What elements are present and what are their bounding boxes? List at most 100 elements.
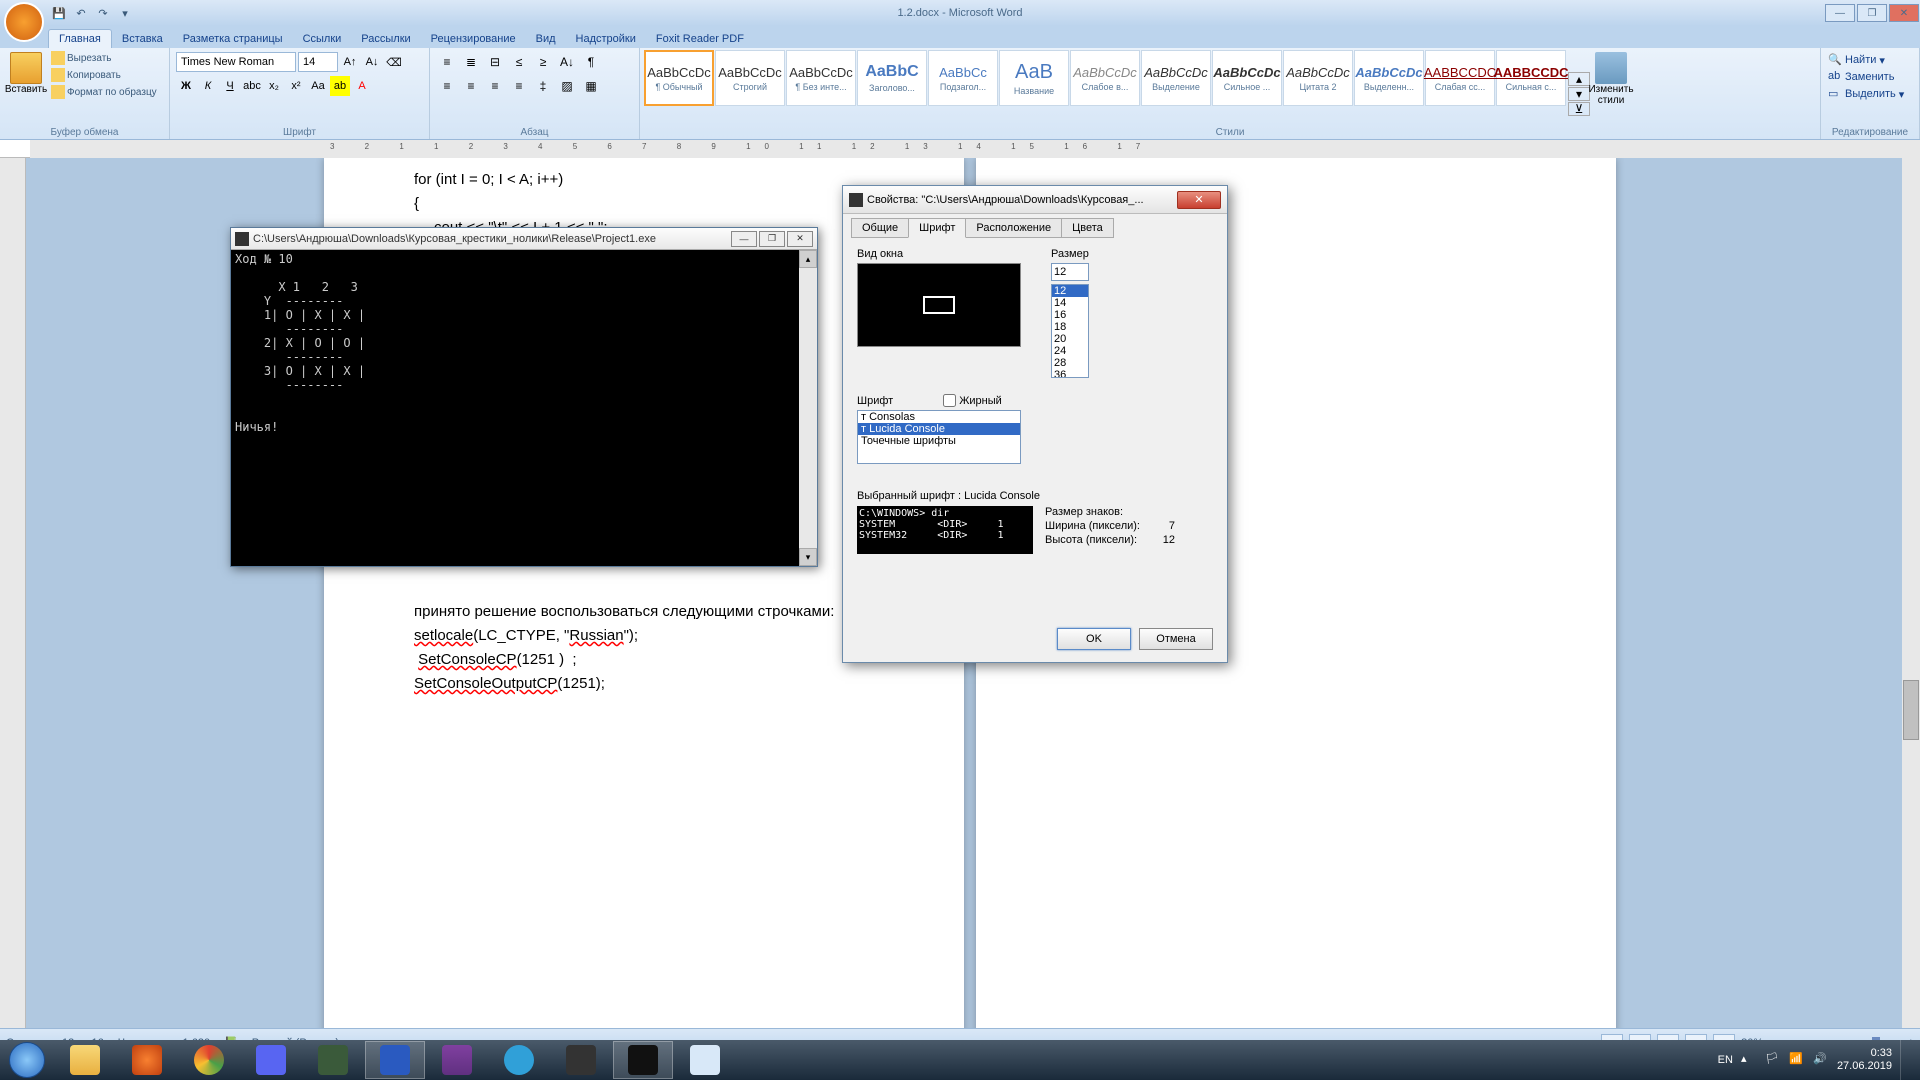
style-subtitle[interactable]: AaBbCcПодзагол...	[928, 50, 998, 106]
scrollbar-thumb[interactable]	[1903, 680, 1919, 740]
cancel-button[interactable]: Отмена	[1139, 628, 1213, 650]
tray-up-icon[interactable]: ▴	[1741, 1052, 1757, 1068]
console-scrollbar[interactable]: ▴ ▾	[799, 250, 817, 566]
grow-font-button[interactable]: A↑	[340, 52, 360, 72]
style-quote[interactable]: AaBbCcDcЦитата 2	[1283, 50, 1353, 106]
style-nospacing[interactable]: AaBbCcDc¶ Без инте...	[786, 50, 856, 106]
scroll-down-button[interactable]: ▾	[799, 548, 817, 566]
increase-indent-button[interactable]: ≥	[532, 52, 554, 72]
size-option-20[interactable]: 20	[1052, 333, 1088, 345]
style-strong[interactable]: AaBbCcDcСтрогий	[715, 50, 785, 106]
show-desktop-button[interactable]	[1900, 1040, 1912, 1080]
subscript-button[interactable]: x₂	[264, 76, 284, 96]
vertical-ruler[interactable]	[0, 158, 26, 1028]
undo-button[interactable]: ↶	[72, 4, 90, 22]
redo-button[interactable]: ↷	[94, 4, 112, 22]
style-normal[interactable]: AaBbCcDc¶ Обычный	[644, 50, 714, 106]
borders-button[interactable]: ▦	[580, 76, 602, 96]
replace-button[interactable]: abЗаменить	[1827, 69, 1913, 85]
align-left-button[interactable]: ≡	[436, 76, 458, 96]
style-title[interactable]: АаВНазвание	[999, 50, 1069, 106]
maximize-button[interactable]: ❐	[1857, 4, 1887, 22]
taskbar-notepad[interactable]	[675, 1041, 735, 1079]
style-weak-ref[interactable]: AABBCCDCСлабая сс...	[1425, 50, 1495, 106]
taskbar-console[interactable]	[613, 1041, 673, 1079]
format-painter-button[interactable]: Формат по образцу	[50, 84, 158, 100]
align-center-button[interactable]: ≡	[460, 76, 482, 96]
start-button[interactable]	[0, 1040, 54, 1080]
find-button[interactable]: 🔍Найти ▾	[1827, 52, 1913, 68]
align-right-button[interactable]: ≡	[484, 76, 506, 96]
save-button[interactable]: 💾	[50, 4, 68, 22]
tab-font[interactable]: Шрифт	[908, 218, 966, 238]
style-strong-emphasis[interactable]: AaBbCcDcСильное ...	[1212, 50, 1282, 106]
tab-view[interactable]: Вид	[526, 30, 566, 48]
clear-format-button[interactable]: ⌫	[384, 52, 404, 72]
paste-button[interactable]: Вставить	[4, 50, 48, 137]
style-intense-quote[interactable]: AaBbCcDcВыделенн...	[1354, 50, 1424, 106]
properties-titlebar[interactable]: Свойства: "C:\Users\Андрюша\Downloads\Ку…	[843, 186, 1227, 214]
network-icon[interactable]: 📶	[1789, 1052, 1805, 1068]
taskbar-winrar[interactable]	[427, 1041, 487, 1079]
sort-button[interactable]: A↓	[556, 52, 578, 72]
ok-button[interactable]: OK	[1057, 628, 1131, 650]
tab-foxit[interactable]: Foxit Reader PDF	[646, 30, 754, 48]
select-button[interactable]: ▭Выделить ▾	[1827, 86, 1913, 102]
properties-close-button[interactable]: ✕	[1177, 191, 1221, 209]
console-minimize-button[interactable]: —	[731, 231, 757, 247]
style-weak-emphasis[interactable]: AaBbCcDcСлабое в...	[1070, 50, 1140, 106]
language-indicator[interactable]: EN	[1718, 1054, 1733, 1066]
taskbar-app1[interactable]	[303, 1041, 363, 1079]
tab-layout[interactable]: Расположение	[965, 218, 1062, 238]
size-list[interactable]: 12 14 16 18 20 24 28 36	[1051, 284, 1089, 378]
tab-general[interactable]: Общие	[851, 218, 909, 238]
tab-colors[interactable]: Цвета	[1061, 218, 1114, 238]
taskbar-app2[interactable]	[551, 1041, 611, 1079]
taskbar-word[interactable]	[365, 1041, 425, 1079]
shading-button[interactable]: ▨	[556, 76, 578, 96]
style-emphasis[interactable]: AaBbCcDcВыделение	[1141, 50, 1211, 106]
tab-home[interactable]: Главная	[48, 29, 112, 48]
clock[interactable]: 0:33 27.06.2019	[1837, 1047, 1892, 1073]
taskbar-chrome[interactable]	[179, 1041, 239, 1079]
font-option-raster[interactable]: Точечные шрифты	[858, 435, 1020, 447]
style-heading[interactable]: AaBbCЗаголово...	[857, 50, 927, 106]
tab-references[interactable]: Ссылки	[293, 30, 352, 48]
strike-button[interactable]: abc	[242, 76, 262, 96]
size-option-14[interactable]: 14	[1052, 297, 1088, 309]
size-input[interactable]	[1051, 263, 1089, 281]
taskbar-firefox[interactable]	[117, 1041, 177, 1079]
font-option-lucida[interactable]: ᴛ Lucida Console	[858, 423, 1020, 435]
flag-icon[interactable]: 🏳	[1765, 1052, 1781, 1068]
qat-more[interactable]: ▾	[116, 4, 134, 22]
font-list[interactable]: ᴛ Consolas ᴛ Lucida Console Точечные шри…	[857, 410, 1021, 464]
tab-layout[interactable]: Разметка страницы	[173, 30, 293, 48]
font-option-consolas[interactable]: ᴛ Consolas	[858, 411, 1020, 423]
taskbar-explorer[interactable]	[55, 1041, 115, 1079]
superscript-button[interactable]: x²	[286, 76, 306, 96]
cut-button[interactable]: Вырезать	[50, 50, 158, 66]
tab-addins[interactable]: Надстройки	[566, 30, 646, 48]
show-marks-button[interactable]: ¶	[580, 52, 602, 72]
line-spacing-button[interactable]: ‡	[532, 76, 554, 96]
font-name-select[interactable]	[176, 52, 296, 72]
close-button[interactable]: ✕	[1889, 4, 1919, 22]
tab-review[interactable]: Рецензирование	[421, 30, 526, 48]
size-option-18[interactable]: 18	[1052, 321, 1088, 333]
style-strong-ref[interactable]: AABBCCDCСильная с...	[1496, 50, 1566, 106]
taskbar-telegram[interactable]	[489, 1041, 549, 1079]
bullets-button[interactable]: ≡	[436, 52, 458, 72]
shrink-font-button[interactable]: A↓	[362, 52, 382, 72]
minimize-button[interactable]: —	[1825, 4, 1855, 22]
volume-icon[interactable]: 🔊	[1813, 1052, 1829, 1068]
console-maximize-button[interactable]: ❐	[759, 231, 785, 247]
horizontal-ruler[interactable]: 3 2 1 1 2 3 4 5 6 7 8 9 10 11 12 13 14 1…	[0, 140, 1920, 158]
taskbar-discord[interactable]	[241, 1041, 301, 1079]
italic-button[interactable]: К	[198, 76, 218, 96]
underline-button[interactable]: Ч	[220, 76, 240, 96]
size-option-36[interactable]: 36	[1052, 369, 1088, 378]
highlight-button[interactable]: ab	[330, 76, 350, 96]
bold-checkbox[interactable]: Жирный	[943, 394, 1002, 407]
decrease-indent-button[interactable]: ≤	[508, 52, 530, 72]
font-color-button[interactable]: A	[352, 76, 372, 96]
